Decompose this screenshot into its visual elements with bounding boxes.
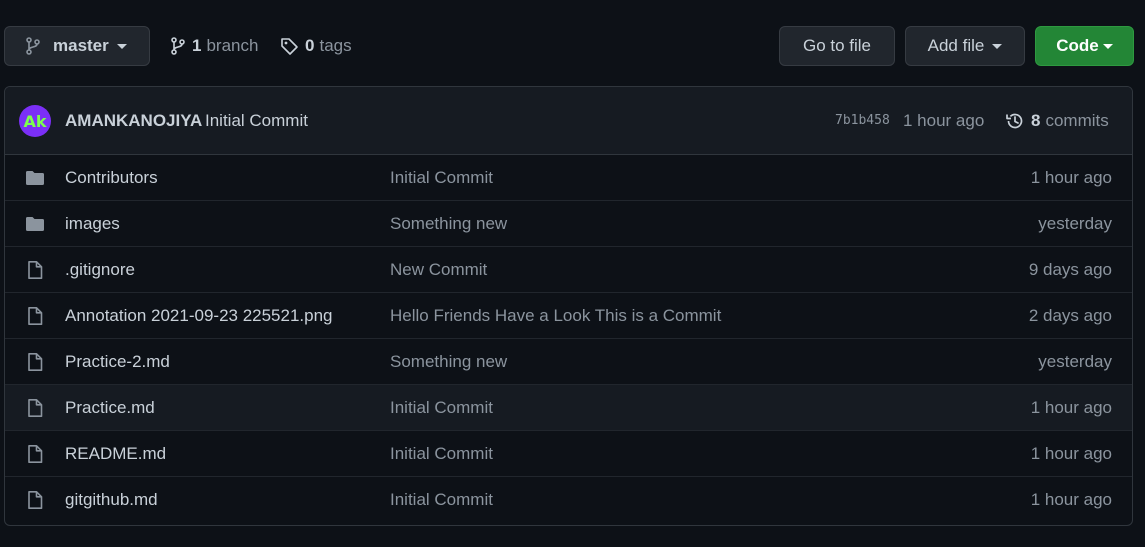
code-label: Code xyxy=(1056,36,1099,55)
file-row[interactable]: Annotation 2021-09-23 225521.png Hello Fr… xyxy=(5,293,1132,339)
file-commit-message-link[interactable]: Initial Commit xyxy=(390,490,493,510)
branch-count: 1 xyxy=(192,36,202,55)
file-commit-message-link[interactable]: Hello Friends Have a Look This is a Comm… xyxy=(390,306,721,326)
commit-message-link[interactable]: Initial Commit xyxy=(205,111,308,131)
file-row[interactable]: Contributors Initial Commit 1 hour ago xyxy=(5,155,1132,201)
file-name-link[interactable]: images xyxy=(65,214,120,234)
file-commit-age: 1 hour ago xyxy=(1030,443,1112,463)
repo-toolbar: master 1 branch 0 tags Go to file Add fi… xyxy=(0,0,1145,88)
file-commit-age: yesterday xyxy=(1038,213,1112,233)
file-name-link[interactable]: Annotation 2021-09-23 225521.png xyxy=(65,306,333,326)
chevron-down-icon xyxy=(1102,43,1113,49)
commit-sha-link[interactable]: 7b1b458 xyxy=(835,113,890,128)
file-commit-age: 2 days ago xyxy=(1028,305,1112,325)
file-row[interactable]: Practice-2.md Something new yesterday xyxy=(5,339,1132,385)
branches-link[interactable]: 1 branch xyxy=(170,26,258,66)
file-commit-message-link[interactable]: Initial Commit xyxy=(390,398,493,418)
file-name-link[interactable]: Practice.md xyxy=(65,398,155,418)
file-commit-age: 1 hour ago xyxy=(1030,490,1112,509)
chevron-down-icon xyxy=(992,43,1003,49)
file-icon xyxy=(28,399,43,417)
file-name-link[interactable]: Contributors xyxy=(65,168,158,188)
tags-link[interactable]: 0 tags xyxy=(280,26,352,66)
avatar[interactable]: Ak xyxy=(19,105,51,137)
commit-count: 8 xyxy=(1031,110,1041,130)
file-row[interactable]: gitgithub.md Initial Commit 1 hour ago xyxy=(5,477,1132,523)
file-name-link[interactable]: .gitignore xyxy=(65,260,135,280)
folder-icon xyxy=(26,171,44,185)
file-commit-message-link[interactable]: Initial Commit xyxy=(390,444,493,464)
latest-commit-bar: Ak AMANKANOJIYA Initial Commit 7b1b458 1… xyxy=(5,87,1132,155)
file-commit-message-link[interactable]: Something new xyxy=(390,352,507,372)
go-to-file-button[interactable]: Go to file xyxy=(779,26,895,66)
file-icon xyxy=(28,261,43,279)
file-name-link[interactable]: README.md xyxy=(65,444,166,464)
file-list: Contributors Initial Commit 1 hour ago ima… xyxy=(5,155,1132,523)
file-browser: Ak AMANKANOJIYA Initial Commit 7b1b458 1… xyxy=(4,86,1133,526)
add-file-button[interactable]: Add file xyxy=(905,26,1025,66)
file-commit-age: 1 hour ago xyxy=(1030,167,1112,187)
file-name-link[interactable]: Practice-2.md xyxy=(65,352,170,372)
commits-history-link[interactable]: 8 commits xyxy=(1005,111,1109,131)
tag-count: 0 xyxy=(305,36,315,55)
file-commit-message-link[interactable]: Something new xyxy=(390,214,507,234)
git-branch-icon xyxy=(171,37,185,55)
commit-author-link[interactable]: AMANKANOJIYA xyxy=(65,111,202,131)
history-icon xyxy=(1006,113,1023,128)
add-file-label: Add file xyxy=(927,36,985,55)
branch-name: master xyxy=(53,36,109,55)
tag-icon xyxy=(281,37,298,55)
folder-icon xyxy=(26,217,44,231)
file-icon xyxy=(28,307,43,325)
file-row[interactable]: README.md Initial Commit 1 hour ago xyxy=(5,431,1132,477)
file-commit-age: 1 hour ago xyxy=(1030,397,1112,417)
branch-word: branch xyxy=(206,36,259,55)
file-row[interactable]: .gitignore New Commit 9 days ago xyxy=(5,247,1132,293)
file-commit-message-link[interactable]: Initial Commit xyxy=(390,168,493,188)
chevron-down-icon xyxy=(116,43,127,49)
code-button[interactable]: Code xyxy=(1035,26,1134,66)
file-icon xyxy=(28,353,43,371)
file-icon xyxy=(28,491,43,509)
branch-select-button[interactable]: master xyxy=(4,26,150,66)
file-commit-age: yesterday xyxy=(1038,351,1112,371)
git-branch-icon xyxy=(26,37,40,55)
commit-word: commits xyxy=(1045,110,1109,130)
file-row[interactable]: Practice.md Initial Commit 1 hour ago xyxy=(5,385,1132,431)
file-name-link[interactable]: gitgithub.md xyxy=(65,490,158,510)
file-commit-age: 9 days ago xyxy=(1028,259,1112,279)
file-icon xyxy=(28,445,43,463)
commit-time: 1 hour ago xyxy=(903,110,985,130)
tag-word: tags xyxy=(319,36,352,55)
file-commit-message-link[interactable]: New Commit xyxy=(390,260,487,280)
file-row[interactable]: images Something new yesterday xyxy=(5,201,1132,247)
